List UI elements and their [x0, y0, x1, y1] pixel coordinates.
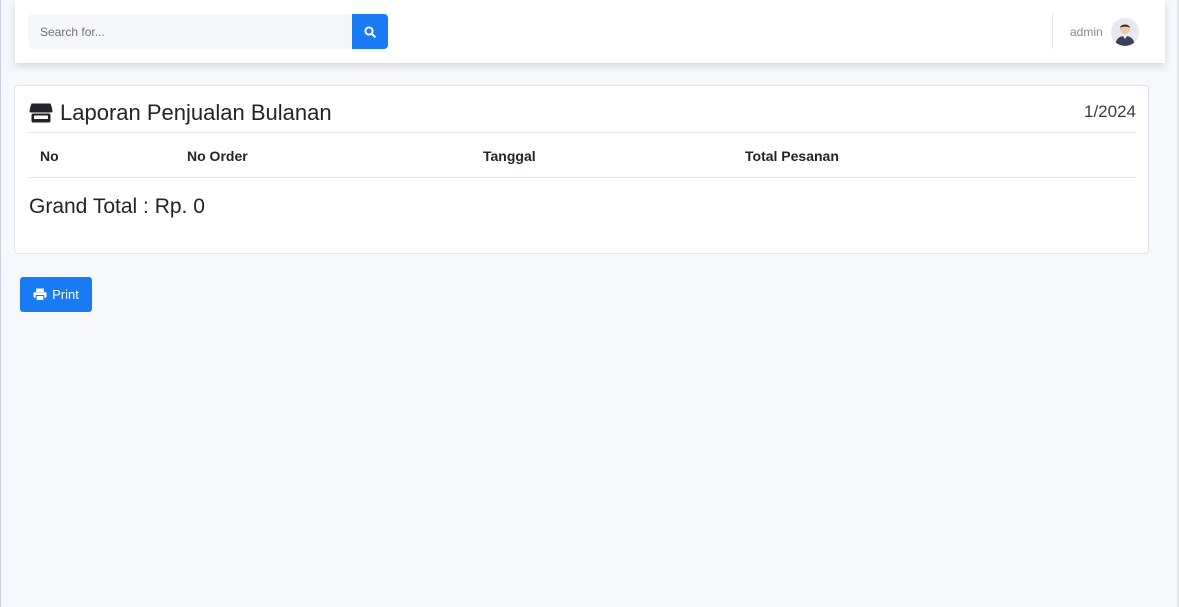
report-title-text: Laporan Penjualan Bulanan [60, 100, 332, 125]
report-table-header: No No Order Tanggal Total Pesanan [29, 133, 1136, 178]
search-form [28, 14, 388, 49]
report-card: Laporan Penjualan Bulanan 1/2024 No No O… [14, 85, 1149, 254]
column-header-no-order: No Order [187, 148, 248, 164]
topbar-divider [1052, 13, 1053, 49]
search-button[interactable] [352, 14, 388, 49]
print-button-label: Print [52, 287, 79, 302]
column-header-total-pesanan: Total Pesanan [745, 148, 839, 164]
search-input[interactable] [28, 14, 352, 49]
grand-total-value: Rp. 0 [154, 195, 205, 218]
column-header-tanggal: Tanggal [483, 148, 536, 164]
column-header-no: No [40, 148, 59, 164]
print-button[interactable]: Print [20, 277, 92, 312]
user-avatar-icon [1110, 18, 1139, 46]
grand-total-label: Grand Total : [29, 195, 155, 218]
store-icon [29, 103, 53, 123]
search-icon [364, 25, 376, 38]
user-name: admin [1070, 25, 1103, 39]
grand-total: Grand Total : Rp. 0 [29, 195, 205, 219]
report-period: 1/2024 [1084, 102, 1136, 121]
user-dropdown[interactable]: admin [1070, 16, 1139, 48]
print-icon [33, 288, 47, 301]
report-title: Laporan Penjualan Bulanan [29, 100, 332, 126]
top-navbar: admin [15, 0, 1165, 63]
content-left-border [0, 0, 1, 607]
report-card-header: Laporan Penjualan Bulanan 1/2024 [29, 98, 1136, 133]
